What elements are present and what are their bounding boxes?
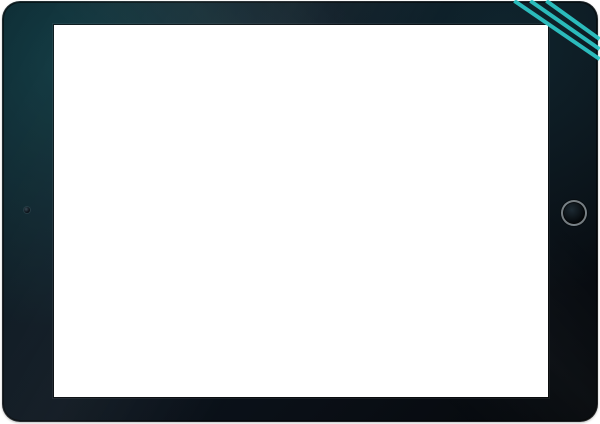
tablet-mockup <box>0 0 600 424</box>
tablet-screen <box>54 25 548 397</box>
camera-icon <box>24 207 30 213</box>
home-button-icon[interactable] <box>561 200 587 226</box>
tablet-body <box>2 1 598 422</box>
